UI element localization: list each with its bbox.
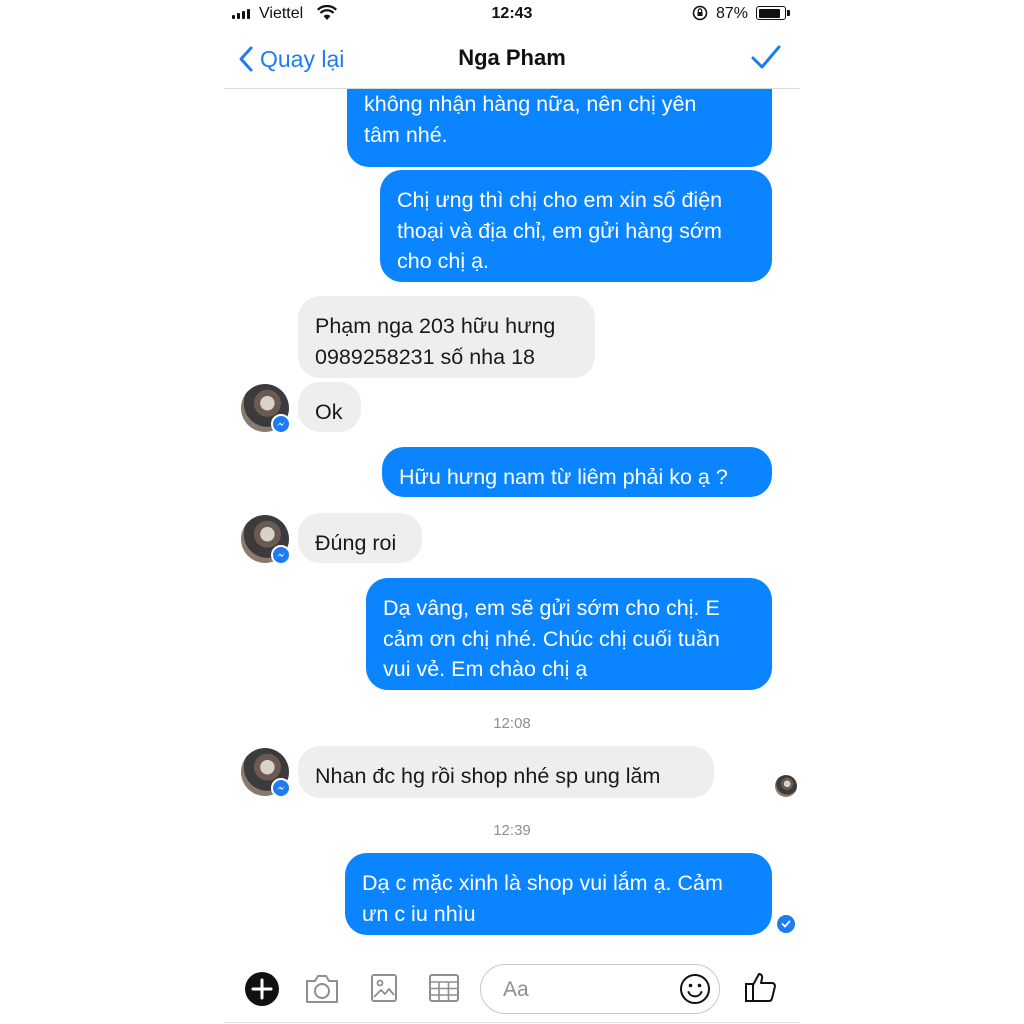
plus-icon[interactable] [244,971,280,1012]
image-icon[interactable] [370,972,398,1009]
message-list[interactable]: không nhận hàng nữa, nên chị yên tâm nhé… [224,89,800,949]
status-bar: Viettel 12:43 87% [224,0,800,30]
seen-indicator-avatar [775,775,797,797]
message-bubble-incoming[interactable]: Phạm nga 203 hữu hưng 0989258231 số nha … [298,296,595,378]
messenger-badge-icon [271,778,291,798]
avatar[interactable] [241,384,291,434]
battery-percentage: 87% [716,5,749,22]
messenger-badge-icon [271,414,291,434]
thumbs-up-icon[interactable] [744,970,778,1009]
divider [224,1022,800,1023]
orientation-lock-icon [692,5,708,26]
message-input-field[interactable] [480,964,720,1014]
smile-icon[interactable] [679,973,711,1010]
delivered-check-icon [777,915,795,933]
battery-icon [756,6,790,20]
sticker-grid-icon[interactable] [428,972,460,1009]
conversation-header: Quay lại Nga Pham [224,30,800,89]
message-composer [224,958,800,1020]
message-bubble-incoming[interactable]: Ok [298,382,361,432]
message-bubble-incoming[interactable]: Đúng roi [298,513,422,563]
checkmark-icon[interactable] [750,43,782,76]
status-time: 12:43 [491,5,533,22]
message-bubble-outgoing[interactable]: Chị ưng thì chị cho em xin số điện thoại… [380,170,772,282]
contact-name[interactable]: Nga Pham [224,45,800,71]
message-input[interactable] [501,975,665,1005]
message-bubble-outgoing[interactable]: Hữu hưng nam từ liêm phải ko ạ ? [382,447,772,497]
avatar[interactable] [241,748,291,798]
message-bubble-incoming[interactable]: Nhan đc hg rồi shop nhé sp ung lăm [298,746,714,798]
timestamp: 12:39 [493,822,531,839]
timestamp: 12:08 [493,715,531,732]
message-bubble-outgoing[interactable]: Dạ vâng, em sẽ gửi sớm cho chị. E cảm ơn… [366,578,772,690]
messenger-screen: Viettel 12:43 87% Quay lại Nga Pham khôn… [224,0,800,1024]
message-bubble-outgoing[interactable]: không nhận hàng nữa, nên chị yên tâm nhé… [347,89,772,167]
camera-icon[interactable] [304,973,340,1010]
message-bubble-outgoing[interactable]: Dạ c mặc xinh là shop vui lắm ạ. Cảm ưn … [345,853,772,935]
messenger-badge-icon [271,545,291,565]
avatar[interactable] [241,515,291,565]
